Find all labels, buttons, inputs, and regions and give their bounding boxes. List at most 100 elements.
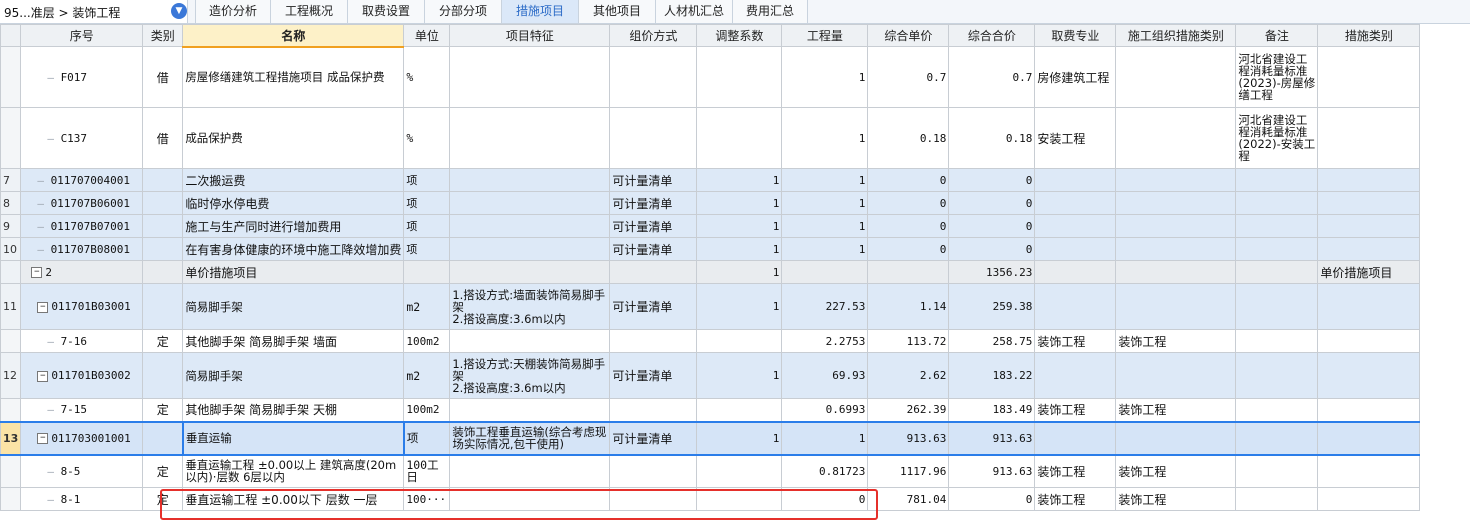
cell-coef[interactable]: 1	[696, 260, 783, 284]
cell-feature[interactable]	[449, 107, 611, 169]
cell-unit[interactable]: %	[403, 46, 451, 108]
cell-unit[interactable]: 项	[403, 168, 451, 192]
row-code[interactable]: −2	[20, 260, 144, 284]
cell-remark[interactable]	[1235, 168, 1319, 192]
cell-unit[interactable]: 项	[403, 191, 451, 215]
cell-fee[interactable]: 装饰工程	[1034, 398, 1117, 422]
cell-coef[interactable]: 1	[696, 283, 783, 330]
cell-coef[interactable]: 1	[696, 237, 783, 261]
cell-price[interactable]: 0.7	[867, 46, 950, 108]
cell-type[interactable]	[142, 191, 184, 215]
table-row[interactable]: 8— 011707B06001 临时停水停电费项可计量清单 1 1 0 0	[0, 191, 1421, 215]
cell-price[interactable]: 781.04	[867, 487, 950, 511]
row-number[interactable]	[0, 487, 22, 511]
cell-feature[interactable]	[449, 260, 611, 284]
cell-total[interactable]: 0	[948, 214, 1036, 238]
cell-type[interactable]: 借	[142, 46, 184, 108]
tab-3[interactable]: 分部分项	[424, 0, 502, 23]
cell-feature[interactable]	[449, 191, 611, 215]
row-number[interactable]	[0, 46, 22, 108]
column-header[interactable]: 施工组织措施类别	[1115, 24, 1237, 47]
cell-unit[interactable]: 100m2	[403, 329, 451, 353]
cell-fee[interactable]	[1034, 191, 1117, 215]
cell-method[interactable]	[609, 454, 698, 488]
cell-price[interactable]	[867, 260, 950, 284]
table-row[interactable]: 12−011701B03002 简易脚手架 m2 1.搭设方式:天棚装饰简易脚手架 2.…	[0, 352, 1421, 399]
cell-total[interactable]: 0	[948, 168, 1036, 192]
row-number[interactable]: 11	[0, 283, 22, 330]
cell-feature[interactable]: 1.搭设方式:墙面装饰简易脚手架 2.搭设高度:3.6m以内	[449, 283, 611, 330]
cell-name[interactable]: 其他脚手架 简易脚手架 墙面	[182, 329, 405, 353]
cell-fee[interactable]	[1034, 352, 1117, 399]
cell-qty[interactable]: 227.53	[781, 283, 869, 330]
column-header[interactable]: 组价方式	[609, 24, 698, 47]
cell-cat[interactable]	[1317, 329, 1421, 353]
cell-cat[interactable]	[1317, 420, 1421, 456]
cell-name[interactable]: 简易脚手架	[182, 283, 405, 330]
cell-unit[interactable]: 100工日	[403, 454, 451, 488]
cell-method[interactable]: 可计量清单	[609, 191, 698, 215]
cell-type[interactable]	[142, 420, 184, 456]
column-header[interactable]: 取费专业	[1034, 24, 1117, 47]
row-code[interactable]: — 7-15	[20, 398, 144, 422]
cell-method[interactable]	[609, 107, 698, 169]
cell-coef[interactable]: 1	[696, 352, 783, 399]
row-number[interactable]	[0, 329, 22, 353]
row-code[interactable]: — 011707B06001	[20, 191, 144, 215]
cell-type[interactable]	[142, 260, 184, 284]
cell-remark[interactable]	[1235, 191, 1319, 215]
collapse-icon[interactable]: −	[37, 301, 49, 313]
cell-method[interactable]	[609, 487, 698, 511]
cell-type[interactable]	[142, 283, 184, 330]
cell-unit[interactable]: 项	[403, 214, 451, 238]
cell-feature[interactable]: 装饰工程垂直运输(综合考虑现场实际情况,包干使用)	[449, 420, 611, 456]
cell-org[interactable]	[1115, 214, 1237, 238]
cell-org[interactable]: 装饰工程	[1115, 329, 1237, 353]
cell-price[interactable]: 0	[867, 168, 950, 192]
cell-org[interactable]	[1115, 107, 1237, 169]
cell-price[interactable]: 1117.96	[867, 454, 950, 488]
cell-name[interactable]: 垂直运输工程 ±0.00以上 建筑高度(20m以内)·层数 6层以内	[182, 454, 405, 488]
cell-cat[interactable]	[1317, 214, 1421, 238]
cell-total[interactable]: 259.38	[948, 283, 1036, 330]
cell-fee[interactable]: 房修建筑工程	[1034, 46, 1117, 108]
column-header[interactable]: 综合单价	[867, 24, 950, 47]
cell-total[interactable]: 0	[948, 487, 1036, 511]
cell-method[interactable]	[609, 46, 698, 108]
cell-price[interactable]: 0	[867, 237, 950, 261]
cell-fee[interactable]: 安装工程	[1034, 107, 1117, 169]
cell-method[interactable]	[609, 260, 698, 284]
cell-cat[interactable]	[1317, 107, 1421, 169]
cell-cat[interactable]	[1317, 352, 1421, 399]
cell-total[interactable]: 913.63	[948, 454, 1036, 488]
cell-price[interactable]: 2.62	[867, 352, 950, 399]
cell-total[interactable]: 0.7	[948, 46, 1036, 108]
cell-price[interactable]: 262.39	[867, 398, 950, 422]
cell-name[interactable]: 单价措施项目	[182, 260, 405, 284]
cell-total[interactable]: 913.63	[948, 420, 1036, 456]
row-code[interactable]: — F017	[20, 46, 144, 108]
cell-type[interactable]: 定	[142, 454, 184, 488]
cell-method[interactable]: 可计量清单	[609, 283, 698, 330]
cell-total[interactable]: 183.22	[948, 352, 1036, 399]
row-number[interactable]: 7	[0, 168, 22, 192]
cell-feature[interactable]	[449, 454, 611, 488]
tab-7[interactable]: 费用汇总	[732, 0, 808, 23]
cell-cat[interactable]	[1317, 487, 1421, 511]
tab-4[interactable]: 措施项目	[501, 0, 579, 23]
cell-org[interactable]	[1115, 46, 1237, 108]
cell-name[interactable]: 房屋修缮建筑工程措施项目 成品保护费	[182, 46, 405, 108]
cell-remark[interactable]	[1235, 420, 1319, 456]
column-header[interactable]: 备注	[1235, 24, 1319, 47]
cell-fee[interactable]	[1034, 283, 1117, 330]
table-row[interactable]: — 8-1 定垂直运输工程 ±0.00以下 层数 一层 100··· 0 781.04 0…	[0, 487, 1421, 511]
cell-cat[interactable]	[1317, 168, 1421, 192]
table-row[interactable]: −2 单价措施项目 1 1356.23 单价措施项目	[0, 260, 1421, 284]
row-code[interactable]: — 8-1	[20, 487, 144, 511]
row-number[interactable]	[0, 107, 22, 169]
cell-unit[interactable]: 项	[403, 237, 451, 261]
cell-fee[interactable]: 装饰工程	[1034, 487, 1117, 511]
cell-org[interactable]	[1115, 283, 1237, 330]
cell-remark[interactable]	[1235, 214, 1319, 238]
cell-name[interactable]: 垂直运输	[181, 420, 405, 456]
